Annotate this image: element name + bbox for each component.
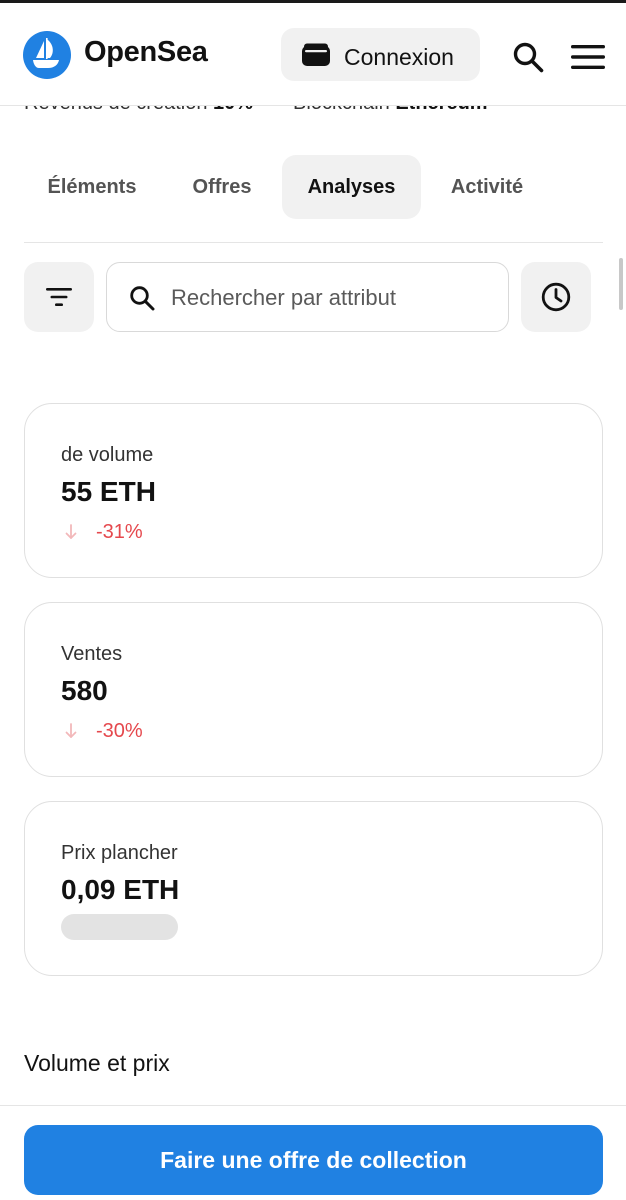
collection-offer-button[interactable]: Faire une offre de collection — [24, 1125, 603, 1195]
stat-value: 580 — [61, 675, 108, 706]
time-range-button[interactable] — [521, 262, 591, 332]
stat-value: 0,09 ETH — [61, 874, 180, 905]
app-header: OpenSea Connexion — [0, 3, 626, 106]
stat-label: de volume — [61, 444, 154, 466]
menu-icon[interactable] — [571, 44, 605, 70]
tab-activity[interactable]: Activité — [434, 155, 540, 219]
stat-label: Ventes — [61, 643, 123, 665]
section-title: Volume et prix — [24, 1050, 170, 1076]
search-icon[interactable] — [512, 41, 544, 73]
attribute-search-input[interactable] — [171, 277, 491, 319]
wallet-icon — [302, 43, 330, 66]
filter-button[interactable] — [24, 262, 94, 332]
collection-tabs: Éléments Offres Analyses Activité — [24, 155, 603, 219]
stat-card-floor-price: Prix plancher 0,09 ETH — [24, 801, 603, 976]
stat-card-volume: de volume 55 ETH -31% — [24, 403, 603, 578]
search-icon — [130, 286, 155, 311]
stat-label: Prix plancher — [61, 842, 178, 864]
loading-placeholder — [61, 914, 178, 940]
bottom-action-bar: Faire une offre de collection — [0, 1105, 626, 1200]
tab-offers[interactable]: Offres — [172, 155, 272, 219]
tab-analytics[interactable]: Analyses — [282, 155, 421, 219]
scrollbar[interactable] — [619, 258, 623, 310]
stat-change-value: -31% — [96, 520, 143, 543]
stat-change-value: -30% — [96, 719, 143, 742]
stat-change: -31% — [61, 520, 143, 544]
connect-button[interactable]: Connexion — [281, 28, 480, 81]
arrow-down-icon — [65, 524, 77, 539]
connect-label: Connexion — [344, 44, 454, 70]
tab-elements[interactable]: Éléments — [24, 155, 160, 219]
opensea-logo-icon[interactable] — [23, 31, 71, 79]
stat-value: 55 ETH — [61, 476, 156, 507]
attribute-search-field[interactable] — [106, 262, 509, 332]
stat-card-sales: Ventes 580 -30% — [24, 602, 603, 777]
stat-change: -30% — [61, 719, 143, 743]
brand-name[interactable]: OpenSea — [84, 36, 208, 69]
arrow-down-icon — [65, 723, 77, 738]
filter-icon — [46, 288, 72, 306]
tabs-divider — [24, 242, 603, 243]
clock-icon — [541, 282, 571, 312]
